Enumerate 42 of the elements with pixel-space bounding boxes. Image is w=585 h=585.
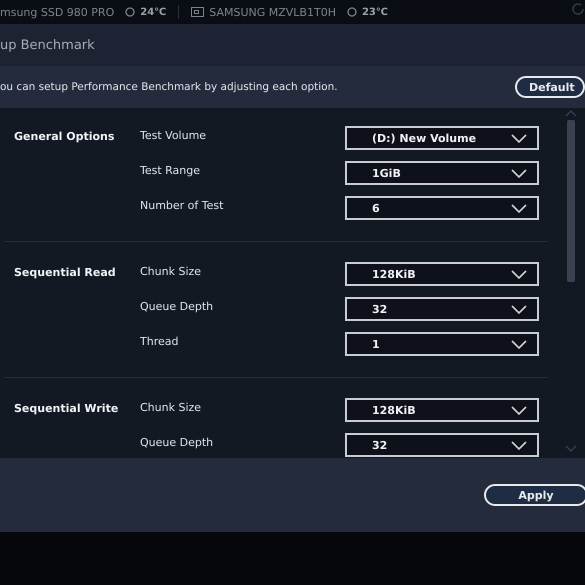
dialog-title: up Benchmark [0,38,95,52]
refresh-icon[interactable] [571,2,585,16]
scrollbar-thumb[interactable] [567,120,575,282]
option-label: Test Range [140,163,202,177]
scroll-down-icon[interactable] [565,445,577,452]
chevron-down-icon [511,270,527,278]
chevron-down-icon [511,204,527,212]
temperature: 23℃ [362,6,388,18]
scroll-up-icon[interactable] [565,110,577,117]
section-label: Sequential Read [14,265,117,281]
chevron-down-icon [511,340,527,348]
option-label: Chunk Size [140,400,202,414]
option-dropdown[interactable]: 32 [345,433,539,457]
option-dropdown[interactable]: 1 [345,332,539,356]
temperature-icon [125,7,136,17]
option-label: Queue Depth [140,435,214,449]
temperature-icon [346,7,357,17]
option-label: Number of Test [140,198,224,212]
option-dropdown[interactable]: 128KiB [345,262,539,286]
option-label: Queue Depth [140,299,214,313]
option-dropdown[interactable]: 6 [345,196,539,220]
drive-icon [191,7,204,17]
drive-name: SAMSUNG MZVLB1T0H [209,6,336,18]
option-label: Chunk Size [140,264,202,278]
apply-button[interactable]: Apply [484,484,585,506]
section-label: Sequential Write [14,401,120,417]
chevron-down-icon [511,134,527,142]
option-dropdown[interactable]: 128KiB [345,398,539,422]
default-button[interactable]: Default [515,76,585,98]
section-label: General Options [14,129,116,145]
option-dropdown[interactable]: 32 [345,297,539,321]
chevron-down-icon [511,304,527,314]
chevron-down-icon [511,168,527,178]
option-dropdown[interactable]: (D:) New Volume [345,126,539,150]
chevron-down-icon [511,406,527,414]
option-dropdown[interactable]: 1GiB [345,161,539,185]
option-label: Thread [140,334,180,348]
description-text: ou can setup Performance Benchmark by adjusting each option. [0,81,338,93]
temperature: 24℃ [140,6,166,18]
chevron-down-icon [511,440,527,450]
option-label: Test Volume [140,128,208,142]
drive-name: msung SSD 980 PRO [0,6,114,18]
